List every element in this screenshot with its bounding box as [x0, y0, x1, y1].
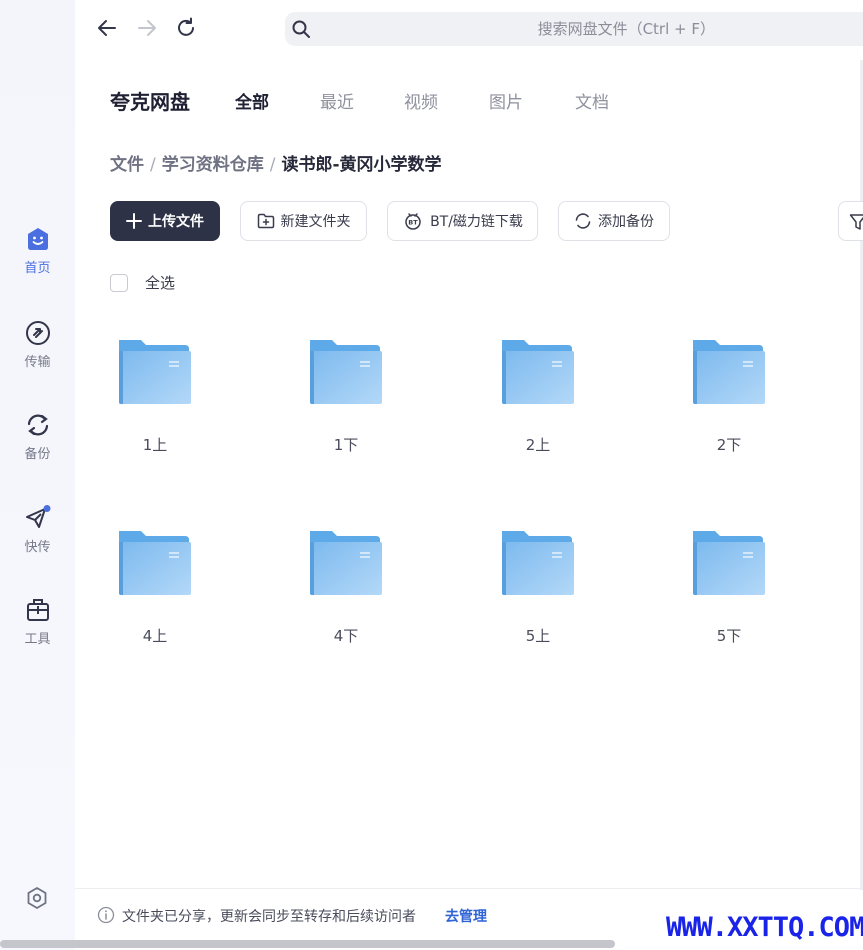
folder-icon: [502, 340, 574, 404]
settings-icon: [27, 886, 47, 910]
transfer-icon: [25, 321, 50, 345]
sidebar-item-quick-send[interactable]: 快传: [0, 505, 75, 575]
folder-name: 5下: [716, 627, 742, 645]
refresh-icon: [178, 17, 194, 36]
search-bar[interactable]: [285, 12, 863, 46]
sidebar-item-label: 备份: [24, 447, 51, 462]
bt-download-button-label: BT/磁力链下载: [430, 214, 523, 230]
sidebar-item-label: 传输: [24, 355, 51, 370]
folder-item[interactable]: 5下: [664, 529, 794, 679]
top-bar: [75, 0, 863, 60]
back-button[interactable]: [95, 16, 121, 42]
tab-all[interactable]: 全部: [235, 88, 269, 113]
sidebar-item-label: 首页: [24, 261, 51, 276]
home-icon: [27, 228, 48, 250]
refresh-button[interactable]: [174, 16, 200, 42]
app-window: 首页 传输 备份 快传 工具 搜索网盘文件（Ctrl + F） 夸克网盘 全部 …: [0, 0, 863, 950]
breadcrumb-item-files[interactable]: 文件: [110, 155, 144, 175]
folder-icon: [693, 340, 765, 404]
filter-button[interactable]: [838, 201, 863, 241]
breadcrumb-item-current: 读书郎-黄冈小学数学: [281, 155, 442, 175]
settings-button[interactable]: [24, 885, 50, 911]
sidebar-item-label: 快传: [24, 540, 51, 555]
tab-docs[interactable]: 文档: [575, 88, 609, 113]
search-input[interactable]: [325, 12, 845, 46]
breadcrumb-separator: /: [269, 155, 276, 175]
plus-icon: [126, 213, 142, 229]
breadcrumb: 文件 / 学习资料仓库 / 读书郎-黄冈小学数学: [110, 150, 442, 175]
folder-icon: [693, 531, 765, 595]
breadcrumb-item-library[interactable]: 学习资料仓库: [162, 155, 264, 175]
filter-icon: [849, 214, 863, 230]
bt-magnet-icon: BT: [405, 213, 421, 230]
upload-button-label: 上传文件: [148, 214, 204, 230]
folder-name: 4下: [333, 627, 359, 645]
share-notice-text: 文件夹已分享，更新会同步至转存和后续访问者: [122, 909, 416, 925]
tab-video[interactable]: 视频: [404, 88, 438, 113]
folder-item[interactable]: 5上: [473, 529, 603, 679]
arrow-left-icon: [98, 20, 116, 36]
app-title: 夸克网盘: [110, 90, 190, 114]
folder-item[interactable]: 1上: [90, 338, 220, 488]
sidebar-item-toolbox[interactable]: 工具: [0, 597, 75, 667]
info-icon: [97, 906, 115, 924]
folder-item[interactable]: 4上: [90, 529, 220, 679]
horizontal-scrollbar[interactable]: [0, 940, 615, 948]
bt-download-button[interactable]: BT BT/磁力链下载: [387, 201, 538, 241]
sync-icon: [575, 213, 591, 229]
folder-icon: [310, 340, 382, 404]
quick-send-icon: [25, 505, 50, 528]
select-all-label: 全选: [145, 274, 176, 292]
manage-link[interactable]: 去管理: [445, 906, 487, 926]
sidebar-item-transfer[interactable]: 传输: [0, 320, 75, 390]
folder-icon: [119, 531, 191, 595]
breadcrumb-separator: /: [150, 155, 156, 175]
toolbox-icon: [26, 599, 49, 621]
select-all-checkbox[interactable]: [110, 273, 128, 292]
folder-icon: [119, 340, 191, 404]
sidebar: 首页 传输 备份 快传 工具: [0, 0, 75, 950]
upload-button[interactable]: 上传文件: [110, 201, 220, 241]
folder-icon: [502, 531, 574, 595]
folder-item[interactable]: 4下: [281, 529, 411, 679]
folder-name: 1上: [142, 436, 168, 454]
sidebar-item-label: 工具: [24, 632, 51, 647]
new-folder-button[interactable]: 新建文件夹: [240, 201, 367, 241]
folder-name: 2上: [525, 436, 551, 454]
new-folder-button-label: 新建文件夹: [280, 214, 351, 230]
folder-name: 1下: [333, 436, 359, 454]
select-all[interactable]: 全选: [110, 272, 175, 293]
svg-text:BT: BT: [408, 219, 418, 227]
folder-item[interactable]: 2上: [473, 338, 603, 488]
search-icon: [292, 20, 310, 38]
sidebar-item-home[interactable]: 首页: [0, 226, 75, 296]
folder-name: 2下: [716, 436, 742, 454]
folder-name: 5上: [525, 627, 551, 645]
arrow-right-icon: [138, 20, 156, 36]
add-backup-button[interactable]: 添加备份: [558, 201, 670, 241]
folder-item[interactable]: 2下: [664, 338, 794, 488]
sidebar-item-backup[interactable]: 备份: [0, 412, 75, 482]
tab-recent[interactable]: 最近: [320, 88, 354, 113]
folder-item[interactable]: 1下: [281, 338, 411, 488]
add-backup-button-label: 添加备份: [598, 214, 654, 230]
backup-icon: [27, 414, 48, 436]
new-folder-icon: [257, 213, 274, 229]
forward-button[interactable]: [135, 16, 161, 42]
watermark: WWW.XXTTQ.COM: [666, 912, 863, 943]
folder-icon: [310, 531, 382, 595]
tab-images[interactable]: 图片: [489, 88, 523, 113]
folder-name: 4上: [142, 627, 168, 645]
